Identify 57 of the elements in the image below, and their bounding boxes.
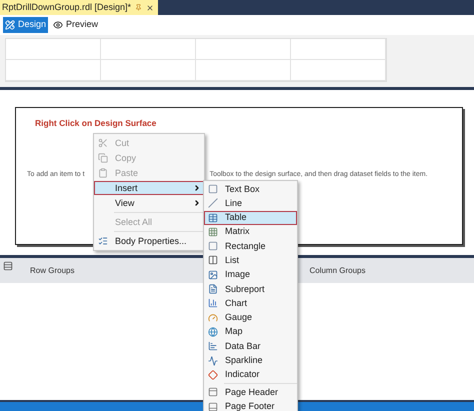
table-cell[interactable] (291, 39, 386, 60)
line-icon (208, 198, 218, 208)
data-bar-icon (208, 341, 218, 352)
table-cell[interactable] (196, 60, 291, 81)
rows-icon (3, 261, 13, 271)
menu-item[interactable]: Body Properties... (94, 234, 204, 248)
menu-item[interactable]: Matrix (204, 224, 297, 239)
clipboard-icon (98, 168, 108, 178)
image-icon (208, 270, 218, 280)
tab-title: RptDrillDownGroup.rdl [Design]* (2, 0, 132, 14)
menu-item[interactable]: Page Header (204, 385, 297, 400)
menu-item[interactable]: List (204, 253, 297, 268)
rectangle-icon (208, 241, 218, 252)
column-groups-label: Column Groups (309, 264, 366, 276)
menu-item[interactable]: Sparkline (204, 354, 297, 368)
menu-item[interactable]: Image (204, 268, 297, 282)
close-icon[interactable] (146, 4, 154, 12)
bar-chart-icon (208, 298, 218, 308)
page-footer-icon (208, 402, 218, 411)
menu-item[interactable]: Indicator (204, 368, 297, 382)
menu-item[interactable]: Chart (204, 296, 297, 310)
table-cell[interactable] (101, 39, 196, 60)
document-tab[interactable]: RptDrillDownGroup.rdl [Design]* (0, 0, 158, 15)
table-cell[interactable] (101, 60, 196, 81)
row-groups-label: Row Groups (30, 264, 74, 276)
view-tab[interactable]: Preview (51, 17, 100, 33)
menu-item[interactable]: Page Footer (204, 400, 297, 411)
table-cell[interactable] (6, 60, 101, 81)
design-icon (5, 20, 15, 30)
menu-item[interactable]: Data Bar (204, 339, 297, 354)
table-icon (208, 212, 218, 223)
menu-item[interactable]: Subreport (204, 282, 297, 296)
menu-item[interactable]: Gauge (204, 310, 297, 325)
table-cell[interactable] (6, 39, 101, 60)
gauge-icon (208, 312, 218, 323)
menu-item[interactable]: Insert (94, 181, 204, 195)
menu-item[interactable]: Table (204, 210, 297, 225)
preview-icon (53, 20, 64, 30)
copy-icon (98, 153, 108, 163)
menu-item[interactable]: Line (204, 196, 297, 210)
annotation-text: Right Click on Design Surface (35, 117, 158, 130)
list-icon (208, 255, 218, 266)
menu-item[interactable]: View (94, 196, 204, 210)
view-tab[interactable]: Design (3, 17, 48, 33)
table-cell[interactable] (291, 60, 386, 81)
pin-icon[interactable] (135, 4, 142, 11)
list-icon (98, 236, 108, 246)
diamond-icon (208, 370, 218, 380)
document-icon (208, 284, 218, 294)
page-header-icon (208, 387, 218, 398)
scissors-icon (98, 138, 108, 148)
grid-icon (208, 226, 218, 237)
table-cell[interactable] (196, 39, 291, 60)
sparkline-icon (208, 356, 218, 366)
globe-icon (208, 326, 218, 337)
menu-item[interactable]: Text Box (204, 182, 297, 196)
menu-item[interactable]: Map (204, 324, 297, 339)
